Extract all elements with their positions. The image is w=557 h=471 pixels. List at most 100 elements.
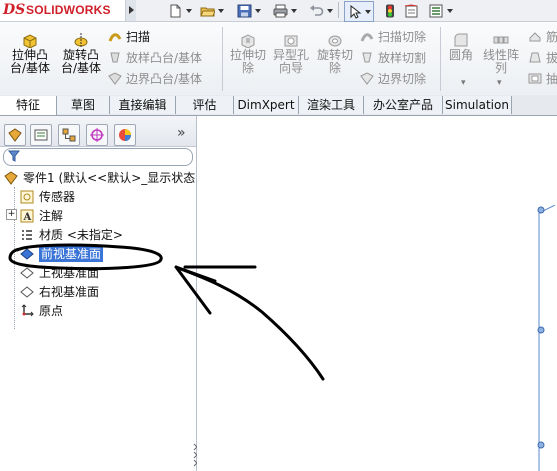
sweep-label: 扫描 (126, 29, 151, 44)
tab-dimxpert[interactable]: DimXpert (234, 96, 299, 114)
draft-button[interactable]: 拔 (528, 48, 557, 66)
menu-flyout-arrow-icon[interactable] (126, 0, 136, 21)
extrude-boss-icon (23, 34, 37, 48)
undo-icon (310, 4, 324, 16)
tab-evaluate[interactable]: 评估 (176, 96, 234, 114)
tree-item-label: 传感器 (39, 190, 76, 204)
feature-tree-tab[interactable] (4, 124, 26, 146)
display-manager-tab[interactable] (114, 124, 136, 146)
undo-button[interactable] (309, 1, 333, 20)
pattern-dropdown-icon[interactable]: ▾ (497, 78, 502, 88)
configuration-manager-tab[interactable] (58, 124, 80, 146)
tab-render-tools[interactable]: 渲染工具 (299, 96, 364, 114)
logo-ds-mark: DS (3, 2, 26, 18)
ribbon-separator (440, 27, 441, 91)
linear-pattern-icon (493, 36, 509, 44)
tab-features[interactable]: 特征 (0, 96, 57, 115)
chevron-down-icon[interactable] (365, 9, 371, 14)
chevron-down-icon[interactable] (186, 8, 192, 13)
tab-office-products[interactable]: 办公室产品 (364, 96, 443, 114)
sweep-icon (108, 32, 122, 42)
new-document-icon (170, 4, 181, 17)
tree-item-label: 上视基准面 (39, 266, 100, 280)
new-document-button[interactable] (168, 1, 192, 20)
rib-button[interactable]: 筋 (528, 27, 557, 45)
save-button[interactable] (237, 1, 261, 20)
fillet-icon (454, 33, 468, 47)
swept-cut-label: 扫描切除 (378, 29, 427, 44)
boundary-boss-button[interactable]: 边界凸台/基体 (108, 69, 202, 87)
tree-item-top-plane[interactable]: 上视基准面 (20, 263, 194, 282)
tab-direct-editing[interactable]: 直接编辑 (110, 96, 176, 114)
feature-tree-filter-input[interactable] (3, 148, 193, 166)
more-tabs-chevron[interactable]: » (177, 125, 186, 141)
tree-item-label: 右视基准面 (39, 285, 100, 299)
tree-item-front-plane[interactable]: 前视基准面 (20, 244, 194, 263)
fillet-button[interactable]: 圆角 (444, 32, 478, 62)
file-properties-button[interactable] (404, 1, 419, 20)
chevron-down-icon[interactable] (255, 8, 261, 13)
print-button[interactable] (273, 1, 297, 20)
extrude-cut-icon (241, 34, 255, 48)
annotations-icon: A (20, 209, 34, 223)
tree-item-sensors[interactable]: 传感器 (20, 187, 194, 206)
feature-tree: 零件1 (默认<<默认>_显示状态 传感器 + A 注解 材质 <未指定> 前视… (4, 168, 195, 329)
swept-cut-icon (360, 32, 374, 42)
fillet-dropdown-icon[interactable]: ▾ (461, 78, 466, 88)
boundary-cut-icon (360, 71, 374, 85)
hole-wizard-button[interactable]: 异型孔 向导 (270, 32, 312, 75)
swept-cut-button[interactable]: 扫描切除 (360, 27, 426, 45)
tree-expander[interactable]: + (6, 209, 17, 220)
chevron-down-icon[interactable] (218, 8, 224, 13)
plane-icon (20, 266, 34, 279)
tree-item-material[interactable]: 材质 <未指定> (20, 225, 194, 244)
extrude-cut-button[interactable]: 拉伸切 除 (228, 32, 268, 75)
options-icon (429, 4, 443, 17)
revolve-boss-button[interactable]: 旋转凸 台/基体 (58, 32, 104, 75)
loft-boss-label: 放样凸台/基体 (126, 50, 203, 65)
tree-root-part[interactable]: 零件1 (默认<<默认>_显示状态 (4, 168, 195, 187)
sweep-button[interactable]: 扫描 (108, 27, 202, 45)
rebuild-button[interactable] (385, 1, 395, 20)
tree-item-right-plane[interactable]: 右视基准面 (20, 282, 194, 301)
feature-tree-icon (8, 128, 22, 142)
plane-icon (20, 285, 34, 298)
shell-button[interactable]: 抽 (528, 69, 557, 87)
boundary-cut-button[interactable]: 边界切除 (360, 69, 426, 87)
linear-pattern-button[interactable]: 线性阵 列 (480, 32, 522, 75)
select-button[interactable] (344, 1, 374, 22)
loft-boss-button[interactable]: 放样凸台/基体 (108, 48, 202, 66)
solidworks-logo[interactable]: DS SOLIDWORKS (0, 0, 126, 21)
revolve-boss-label: 旋转凸 台/基体 (60, 48, 102, 75)
plane-edge-preview (537, 205, 556, 471)
tree-item-label: 材质 <未指定> (39, 228, 123, 242)
shell-icon (528, 73, 542, 83)
extrude-boss-label: 拉伸凸 台/基体 (9, 48, 51, 75)
chevron-down-icon[interactable] (447, 8, 453, 13)
boundary-boss-label: 边界凸台/基体 (126, 71, 203, 86)
lofted-cut-button[interactable]: 放样切割 (360, 48, 426, 66)
chevron-down-icon[interactable] (327, 8, 333, 13)
sensors-icon (20, 190, 34, 203)
graphics-area[interactable] (197, 116, 557, 471)
save-icon (237, 4, 252, 17)
tab-simulation[interactable]: Simulation (443, 96, 512, 114)
tree-item-annotations[interactable]: + A 注解 (6, 206, 194, 225)
open-button[interactable] (200, 1, 224, 20)
extrude-boss-button[interactable]: 拉伸凸 台/基体 (8, 32, 52, 75)
dimxpert-manager-tab[interactable] (86, 124, 108, 146)
tree-item-origin[interactable]: 原点 (20, 301, 194, 320)
ribbon-separator (222, 27, 223, 91)
tab-sketch[interactable]: 草图 (57, 96, 110, 114)
part-icon (4, 170, 18, 185)
chevron-down-icon[interactable] (291, 8, 297, 13)
svg-text:A: A (23, 212, 32, 223)
property-manager-tab[interactable] (30, 124, 52, 146)
tree-item-label: 注解 (39, 209, 64, 223)
rebuild-traffic-light-icon (386, 4, 394, 17)
shell-label: 抽 (546, 71, 557, 86)
draft-icon (529, 52, 541, 62)
lofted-cut-icon (362, 52, 372, 62)
options-button[interactable] (429, 1, 453, 20)
revolve-cut-button[interactable]: 旋转切 除 (314, 32, 356, 75)
